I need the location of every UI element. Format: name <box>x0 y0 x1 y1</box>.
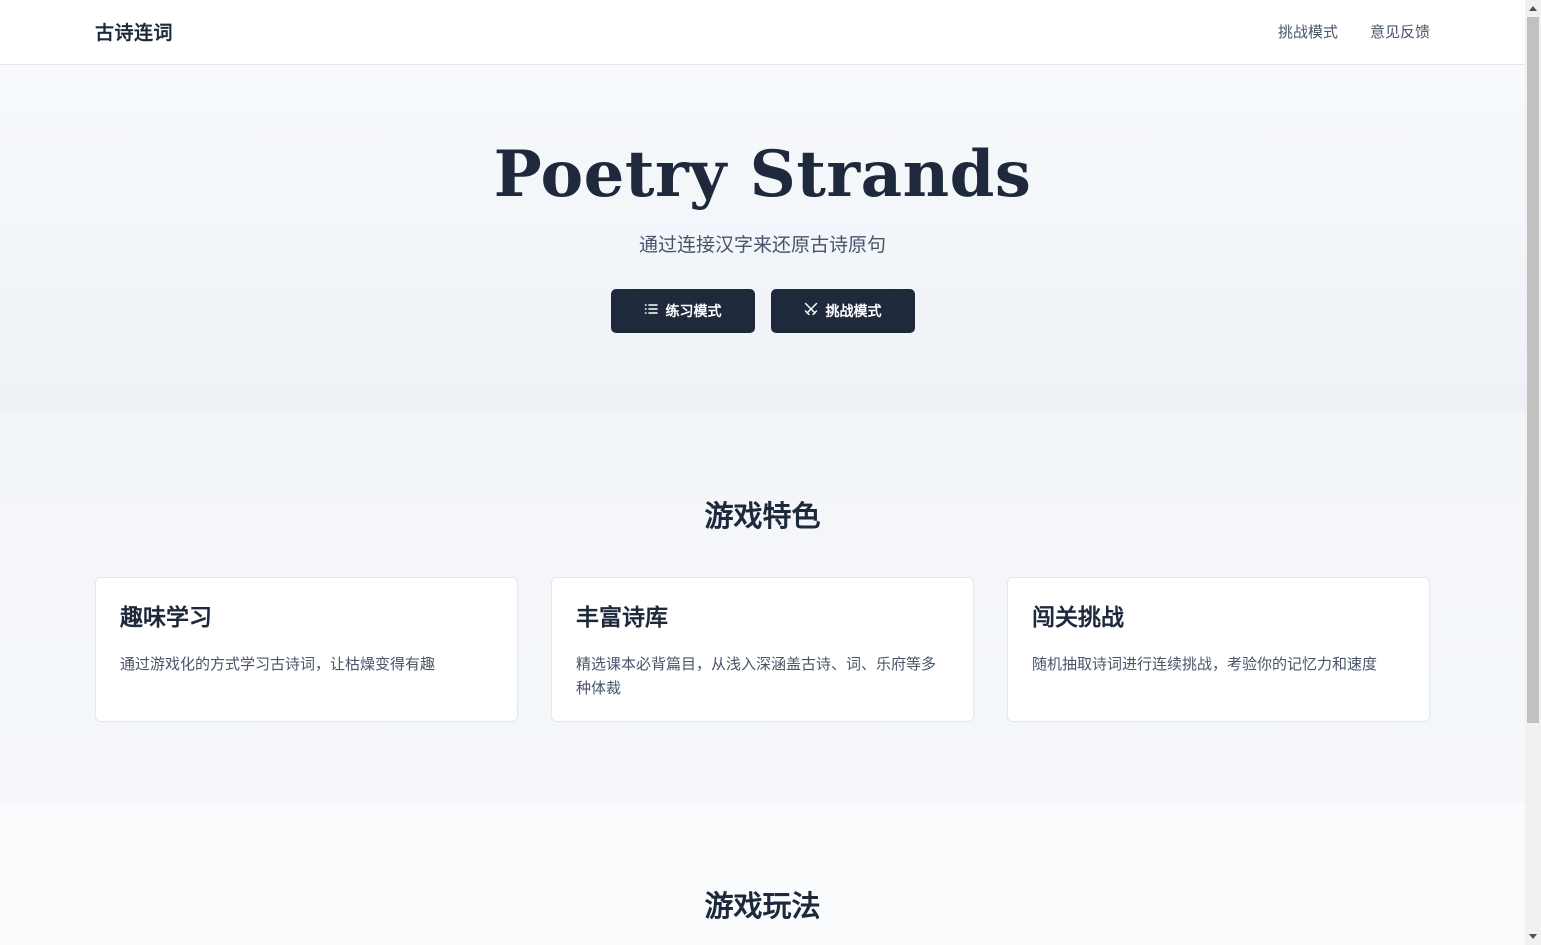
nav-challenge-link[interactable]: 挑战模式 <box>1278 21 1338 42</box>
feature-card-desc: 精选课本必背篇目，从浅入深涵盖古诗、词、乐府等多种体裁 <box>576 655 937 697</box>
hero-section: Poetry Strands 通过连接汉字来还原古诗原句 练习模式 挑战模式 <box>0 65 1525 413</box>
browser-viewport: 古诗连词 挑战模式 意见反馈 Poetry Strands 通过连接汉字来还原古… <box>0 0 1541 945</box>
feature-cards: 趣味学习 通过游戏化的方式学习古诗词，让枯燥变得有趣 丰富诗库 精选课本必背篇目… <box>95 577 1430 722</box>
feature-card-desc: 随机抽取诗词进行连续挑战，考验你的记忆力和速度 <box>1032 655 1378 673</box>
nav-feedback-link[interactable]: 意见反馈 <box>1370 21 1430 42</box>
features-title: 游戏特色 <box>704 499 821 533</box>
challenge-mode-button[interactable]: 挑战模式 <box>770 289 915 333</box>
vertical-scrollbar[interactable] <box>1525 0 1541 945</box>
feature-card-desc: 通过游戏化的方式学习古诗词，让枯燥变得有趣 <box>120 655 436 673</box>
hero-buttons: 练习模式 挑战模式 <box>0 289 1525 333</box>
features-section: 游戏特色 趣味学习 通过游戏化的方式学习古诗词，让枯燥变得有趣 丰富诗库 精选课… <box>0 413 1525 803</box>
scroll-down-arrow-icon[interactable] <box>1525 929 1541 945</box>
practice-mode-label: 练习模式 <box>665 304 722 320</box>
feature-card-rich-library: 丰富诗库 精选课本必背篇目，从浅入深涵盖古诗、词、乐府等多种体裁 <box>551 577 974 722</box>
hero-subtitle: 通过连接汉字来还原古诗原句 <box>638 234 886 256</box>
scrollbar-thumb[interactable] <box>1527 17 1539 723</box>
feature-card-fun-learning: 趣味学习 通过游戏化的方式学习古诗词，让枯燥变得有趣 <box>95 577 518 722</box>
hero-title: Poetry Strands <box>493 137 1032 212</box>
gameplay-section: 游戏玩法 <box>0 803 1525 945</box>
top-nav: 挑战模式 意见反馈 <box>1278 21 1430 42</box>
feature-card-level-challenge: 闯关挑战 随机抽取诗词进行连续挑战，考验你的记忆力和速度 <box>1007 577 1430 722</box>
feature-card-title: 闯关挑战 <box>1032 605 1124 631</box>
scroll-up-arrow-icon[interactable] <box>1525 0 1541 16</box>
list-icon <box>644 302 658 320</box>
feature-card-title: 趣味学习 <box>120 605 212 631</box>
page: 古诗连词 挑战模式 意见反馈 Poetry Strands 通过连接汉字来还原古… <box>0 0 1525 945</box>
challenge-mode-label: 挑战模式 <box>825 304 882 320</box>
gameplay-title: 游戏玩法 <box>704 889 821 923</box>
practice-mode-button[interactable]: 练习模式 <box>610 289 755 333</box>
feature-card-title: 丰富诗库 <box>576 605 668 631</box>
brand-logo[interactable]: 古诗连词 <box>95 18 173 45</box>
swords-icon <box>804 302 818 320</box>
site-header: 古诗连词 挑战模式 意见反馈 <box>0 0 1525 65</box>
